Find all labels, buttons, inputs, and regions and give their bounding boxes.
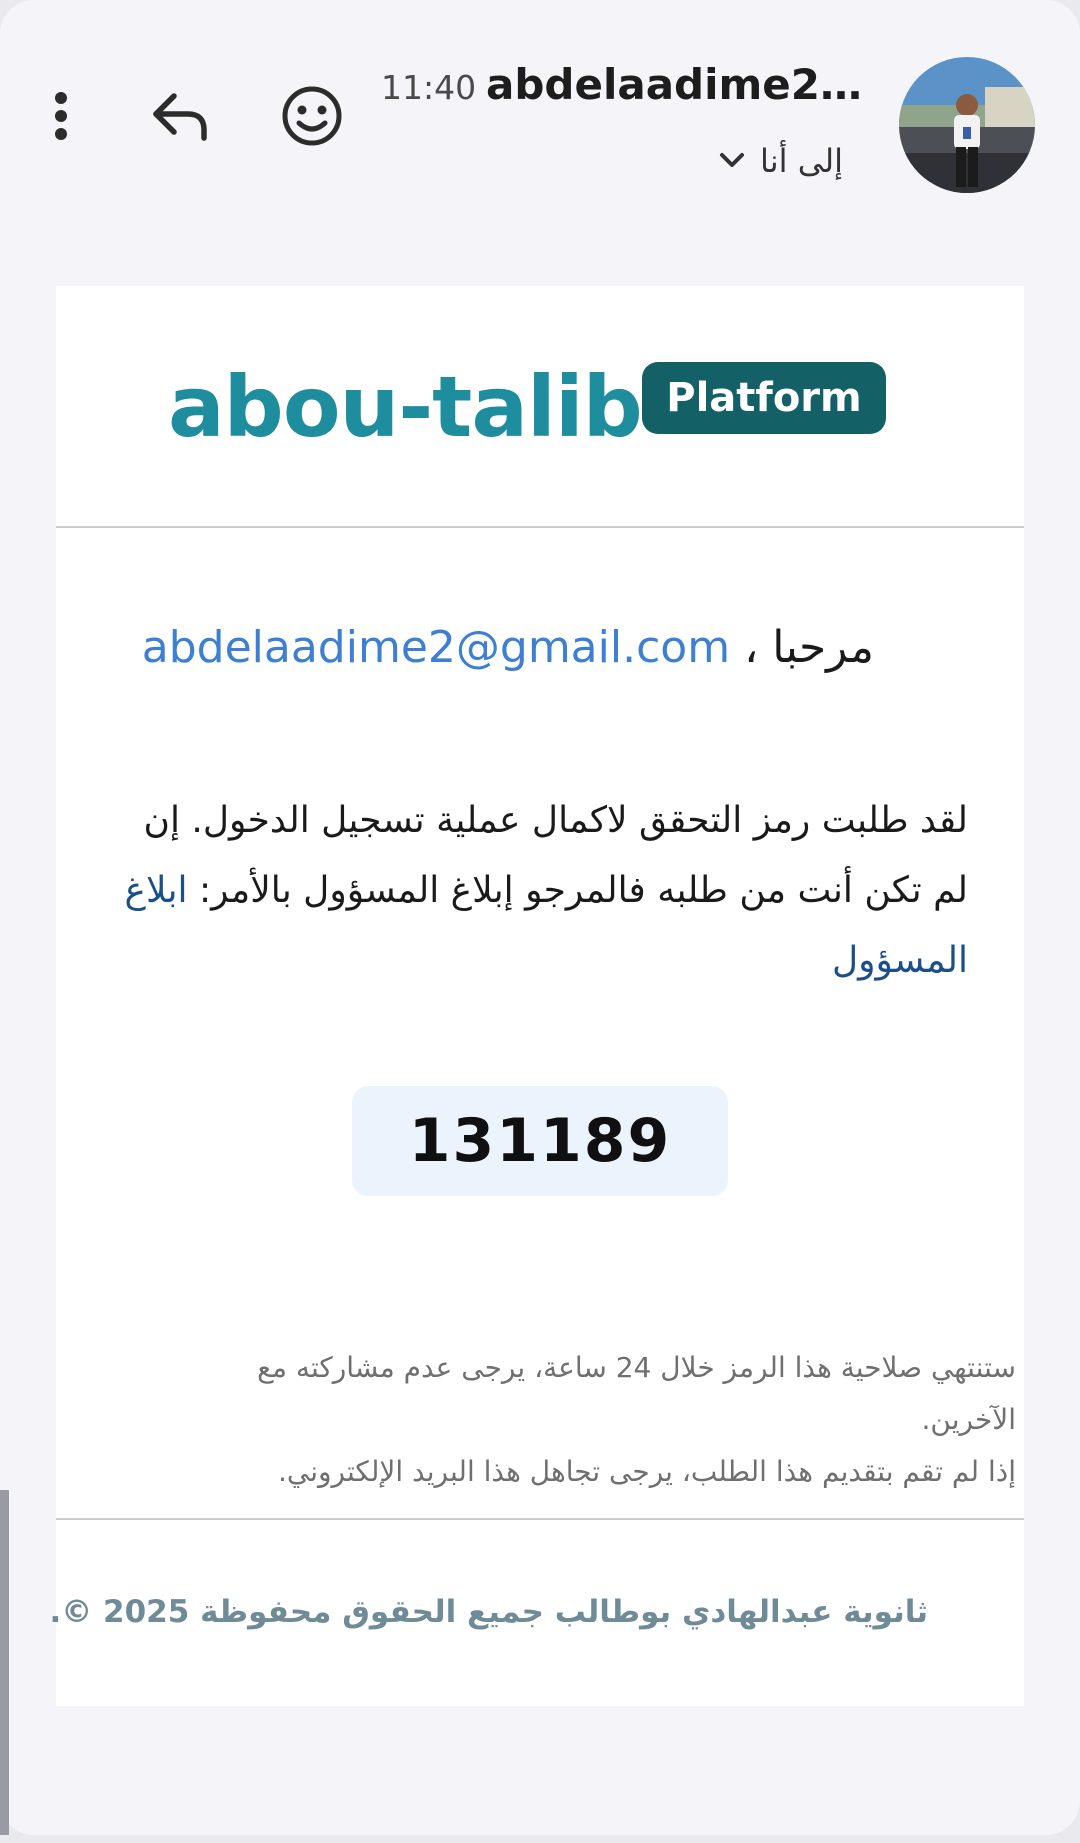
chevron-down-icon[interactable] <box>718 151 746 171</box>
email-time: 11:40 <box>381 68 477 107</box>
greeting-word: مرحبا <box>772 622 874 673</box>
scrollbar[interactable] <box>0 1490 9 1835</box>
recipient-label: إلى أنا <box>760 142 844 180</box>
notice-line-1: ستنتهي صلاحية هذا الرمز خلال 24 ساعة، ير… <box>257 1351 1016 1436</box>
notice-line-2: إذا لم تقم بتقديم هذا الطلب، يرجى تجاهل … <box>277 1455 1016 1488</box>
message-text: لقد طلبت رمز التحقق لاكمال عملية تسجيل ا… <box>143 800 968 911</box>
more-vert-icon[interactable] <box>49 88 73 144</box>
expiry-notice: ستنتهي صلاحية هذا الرمز خلال 24 ساعة، ير… <box>156 1342 1016 1498</box>
avatar[interactable] <box>899 57 1035 193</box>
emoji-icon[interactable] <box>280 84 344 148</box>
sender-name[interactable]: abdelaadime2@... <box>486 60 868 109</box>
verification-code: 131189 <box>352 1086 728 1196</box>
footer-copyright: ثانوية عبدالهادي بوطالب جميع الحقوق محفو… <box>49 1594 928 1630</box>
greeting: مرحبا ، abdelaadime2@gmail.com <box>141 622 874 673</box>
email-body-card: abou-talib Platform مرحبا ، abdelaadime2… <box>49 286 1024 1706</box>
email-view: 11:40 abdelaadime2@... إلى أنا abou-tali… <box>0 0 1080 1835</box>
divider <box>56 526 1024 528</box>
reply-icon[interactable] <box>150 88 212 144</box>
divider <box>56 1518 1024 1520</box>
recipients-toggle[interactable]: إلى أنا <box>718 142 843 180</box>
email-message: لقد طلبت رمز التحقق لاكمال عملية تسجيل ا… <box>108 786 969 996</box>
recipient-email-link[interactable]: abdelaadime2@gmail.com <box>142 622 730 673</box>
brand-logo: abou-talib Platform <box>56 286 1024 526</box>
logo-wordmark: abou-talib <box>168 358 643 456</box>
logo-pill: Platform <box>642 362 886 434</box>
